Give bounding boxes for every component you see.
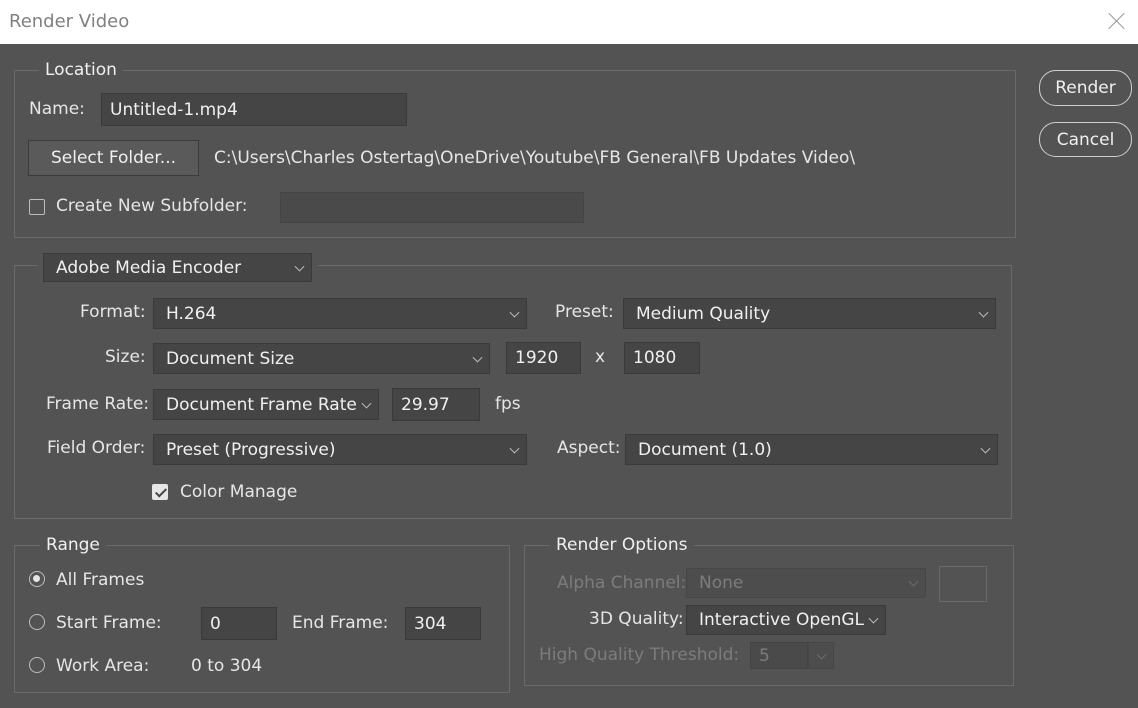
threshold-dropdown[interactable] bbox=[808, 642, 834, 669]
height-input[interactable]: 1080 bbox=[624, 342, 700, 374]
end-frame-input[interactable]: 304 bbox=[405, 607, 481, 640]
3d-quality-label: 3D Quality: bbox=[589, 609, 684, 629]
select-folder-button[interactable]: Select Folder... bbox=[28, 140, 199, 176]
chevron-down-icon bbox=[361, 398, 372, 409]
location-legend: Location bbox=[39, 60, 123, 80]
start-frame-input[interactable]: 0 bbox=[201, 607, 277, 640]
start-frame-label: Start Frame: bbox=[56, 613, 162, 633]
chevron-down-icon bbox=[509, 443, 520, 454]
work-area-label: Work Area: bbox=[56, 656, 150, 676]
threshold-input[interactable]: 5 bbox=[750, 642, 808, 669]
render-button[interactable]: Render bbox=[1039, 70, 1132, 106]
aspect-dropdown-value: Document (1.0) bbox=[638, 439, 772, 460]
format-dropdown-value: H.264 bbox=[166, 303, 217, 324]
all-frames-label: All Frames bbox=[56, 570, 145, 590]
preset-dropdown-value: Medium Quality bbox=[636, 303, 771, 324]
encoder-dropdown[interactable]: Adobe Media Encoder bbox=[43, 253, 312, 282]
all-frames-radio[interactable] bbox=[29, 571, 45, 587]
title-bar bbox=[0, 0, 1138, 44]
size-dropdown-value: Document Size bbox=[166, 348, 295, 369]
size-dropdown[interactable]: Document Size bbox=[153, 343, 490, 374]
chevron-down-icon bbox=[980, 443, 991, 454]
field-order-dropdown[interactable]: Preset (Progressive) bbox=[153, 434, 527, 465]
work-area-value: 0 to 304 bbox=[191, 656, 263, 676]
name-label: Name: bbox=[29, 99, 85, 119]
3d-quality-dropdown[interactable]: Interactive OpenGL bbox=[686, 605, 886, 635]
chevron-down-icon bbox=[472, 352, 483, 363]
chevron-down-icon bbox=[908, 576, 919, 587]
size-label: Size: bbox=[105, 347, 146, 367]
format-label: Format: bbox=[80, 302, 146, 322]
3d-quality-dropdown-value: Interactive OpenGL bbox=[699, 610, 865, 630]
preset-label: Preset: bbox=[555, 302, 614, 322]
chevron-down-icon bbox=[978, 307, 989, 318]
aspect-dropdown[interactable]: Document (1.0) bbox=[625, 434, 998, 465]
work-area-radio[interactable] bbox=[29, 657, 45, 673]
alpha-color-swatch[interactable] bbox=[939, 566, 987, 602]
folder-path: C:\Users\Charles Ostertag\OneDrive\Youtu… bbox=[214, 148, 856, 168]
fps-input[interactable]: 29.97 bbox=[392, 388, 480, 421]
color-manage-checkbox[interactable] bbox=[152, 484, 168, 500]
end-frame-label: End Frame: bbox=[292, 613, 389, 633]
fps-unit: fps bbox=[495, 394, 521, 414]
frame-rate-dropdown[interactable]: Document Frame Rate bbox=[153, 389, 379, 420]
frame-rate-label: Frame Rate: bbox=[46, 394, 150, 414]
frame-rate-dropdown-value: Document Frame Rate bbox=[166, 394, 357, 415]
size-x-separator: x bbox=[595, 347, 606, 367]
alpha-channel-dropdown[interactable]: None bbox=[686, 568, 926, 598]
chevron-down-icon bbox=[294, 261, 305, 272]
aspect-label: Aspect: bbox=[557, 438, 621, 458]
alpha-channel-label: Alpha Channel: bbox=[557, 573, 687, 593]
chevron-down-icon bbox=[868, 613, 879, 624]
alpha-channel-dropdown-value: None bbox=[699, 573, 744, 593]
render-options-legend: Render Options bbox=[550, 535, 694, 555]
high-quality-threshold-label: High Quality Threshold: bbox=[539, 645, 740, 665]
color-manage-label: Color Manage bbox=[180, 482, 298, 502]
format-dropdown[interactable]: H.264 bbox=[153, 298, 527, 329]
chevron-down-icon bbox=[509, 307, 520, 318]
encoder-dropdown-value: Adobe Media Encoder bbox=[56, 257, 242, 278]
window-title: Render Video bbox=[9, 11, 130, 32]
create-subfolder-checkbox[interactable] bbox=[29, 199, 45, 215]
subfolder-input[interactable] bbox=[280, 192, 584, 223]
preset-dropdown[interactable]: Medium Quality bbox=[623, 298, 996, 329]
field-order-dropdown-value: Preset (Progressive) bbox=[166, 439, 336, 460]
close-icon[interactable] bbox=[1102, 6, 1132, 36]
start-frame-radio[interactable] bbox=[29, 614, 45, 630]
range-legend: Range bbox=[40, 535, 106, 555]
chevron-down-icon bbox=[816, 649, 827, 660]
field-order-label: Field Order: bbox=[47, 438, 146, 458]
width-input[interactable]: 1920 bbox=[506, 342, 581, 374]
cancel-button[interactable]: Cancel bbox=[1039, 122, 1132, 157]
name-input[interactable]: Untitled-1.mp4 bbox=[101, 93, 407, 126]
create-subfolder-label: Create New Subfolder: bbox=[56, 196, 248, 216]
